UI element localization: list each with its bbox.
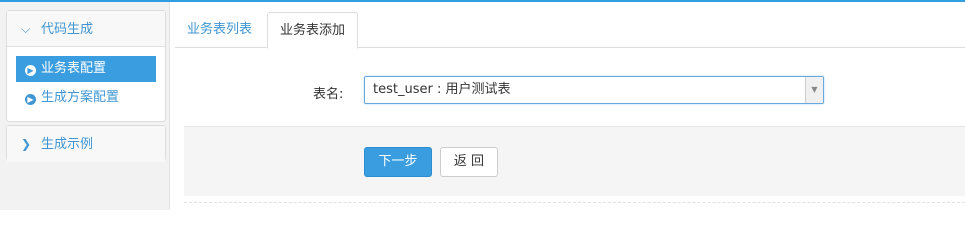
main-content: 业务表列表 业务表添加 表名: test_user : 用户测试表 ▼ 下一步 … xyxy=(175,2,965,210)
tab-table-list[interactable]: 业务表列表 xyxy=(175,12,264,48)
sidebar-group-label: 生成示例 xyxy=(41,137,94,152)
form-actions: 下一步 返 回 xyxy=(184,126,965,196)
circle-arrow-right-icon: ▶ xyxy=(25,94,36,105)
sidebar-item-table-config[interactable]: ▶ 业务表配置 xyxy=(16,56,156,82)
table-name-label: 表名: xyxy=(313,87,344,102)
table-name-select[interactable]: test_user : 用户测试表 ▼ xyxy=(364,76,824,104)
tab-table-add[interactable]: 业务表添加 xyxy=(267,12,359,49)
tab-bar: 业务表列表 业务表添加 xyxy=(175,2,965,49)
circle-arrow-right-icon: ▶ xyxy=(25,65,36,76)
sidebar-item-label: 生成方案配置 xyxy=(41,90,120,105)
table-name-row: 表名: test_user : 用户测试表 ▼ xyxy=(175,48,965,126)
sidebar-group-label: 代码生成 xyxy=(41,22,94,37)
sidebar-menu: ▶ 业务表配置 ▶ 生成方案配置 xyxy=(7,47,165,122)
sidebar-group-code-generation[interactable]: ⌵ 代码生成 xyxy=(7,11,165,47)
sidebar-group-examples[interactable]: ❯ 生成示例 xyxy=(7,126,165,162)
sidebar-item-scheme-config[interactable]: ▶ 生成方案配置 xyxy=(16,85,156,111)
caret-down-icon[interactable]: ▼ xyxy=(805,77,823,103)
sidebar-item-label: 业务表配置 xyxy=(41,61,107,76)
table-name-value: test_user : 用户测试表 xyxy=(373,82,511,97)
divider xyxy=(184,202,965,203)
back-button[interactable]: 返 回 xyxy=(440,147,498,177)
next-step-button[interactable]: 下一步 xyxy=(364,147,432,177)
sidebar-panel-code-generation: ⌵ 代码生成 ▶ 业务表配置 ▶ 生成方案配置 xyxy=(6,10,166,122)
chevron-down-icon: ⌵ xyxy=(21,22,31,36)
chevron-right-icon: ❯ xyxy=(21,137,32,151)
sidebar-panel-examples: ❯ 生成示例 xyxy=(6,125,166,162)
